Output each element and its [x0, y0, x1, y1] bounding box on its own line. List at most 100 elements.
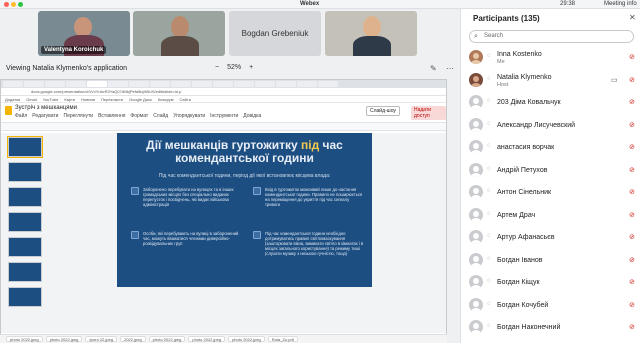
present-button[interactable]: Слайд-шоу — [366, 106, 400, 116]
browser-tab[interactable] — [150, 81, 170, 87]
bookmark[interactable]: Додатки — [5, 97, 20, 102]
browser-tab[interactable] — [87, 81, 107, 87]
download-item[interactable]: photo 2022.jpeg — [228, 336, 265, 342]
participant-row[interactable]: ◌ Андрій Петухов ⊘ — [461, 160, 640, 181]
participant-row[interactable]: ◌ 203 Діма Ковальчук ⊘ — [461, 92, 640, 113]
zoom-out-button[interactable]: − — [215, 64, 219, 71]
bookmark[interactable]: Перекласти — [101, 97, 123, 102]
muted-mic-icon[interactable]: ⊘ — [629, 256, 635, 264]
video-tile-3[interactable]: Bogdan Grebeniuk — [229, 11, 321, 56]
bookmark[interactable]: Сайти — [180, 97, 191, 102]
share-access-button[interactable]: Надати доступ — [411, 106, 446, 120]
participant-row[interactable]: ◌ Богдан Наконечний ⊘ — [461, 317, 640, 338]
participant-body — [161, 36, 199, 56]
participant-row[interactable]: ◌ Антон Сінельник ⊘ — [461, 182, 640, 203]
slide-thumbnail[interactable] — [7, 136, 43, 158]
bookmark[interactable]: Карти — [64, 97, 75, 102]
zoom-window-icon[interactable] — [18, 2, 23, 7]
muted-mic-icon[interactable]: ⊘ — [629, 233, 635, 241]
muted-mic-icon[interactable]: ⊘ — [629, 121, 635, 129]
browser-tab[interactable] — [129, 81, 149, 87]
muted-mic-icon[interactable]: ⊘ — [629, 53, 635, 61]
video-tile-1[interactable]: Valentyna Koroichuk — [38, 11, 130, 56]
slide-thumbnail[interactable] — [8, 237, 42, 257]
meeting-info-button[interactable]: Meeting info — [604, 1, 637, 7]
participant-row[interactable]: ◌ Артур Афанасьєв ⊘ — [461, 227, 640, 248]
download-item[interactable]: photo 2022.jpeg — [148, 336, 186, 342]
zoom-in-button[interactable]: + — [249, 64, 253, 71]
menu-item[interactable]: Редагувати — [32, 113, 58, 119]
browser-tab[interactable] — [297, 81, 317, 87]
browser-tab[interactable] — [213, 81, 233, 87]
video-tile-4[interactable] — [325, 11, 417, 56]
browser-tab[interactable] — [3, 81, 23, 87]
muted-mic-icon[interactable]: ⊘ — [629, 301, 635, 309]
slide-thumbnail[interactable] — [8, 212, 42, 232]
browser-tab[interactable] — [108, 81, 128, 87]
participant-search-input[interactable]: ⌕ Search — [469, 30, 634, 43]
download-item[interactable]: 2022.jpeg — [120, 336, 146, 342]
muted-mic-icon[interactable]: ⊘ — [629, 188, 635, 196]
download-item[interactable]: photo 2022.jpeg — [188, 336, 226, 342]
download-item[interactable]: photo 2022.jpeg — [6, 336, 43, 342]
close-window-icon[interactable] — [4, 2, 9, 7]
bookmark[interactable]: Класрум — [158, 97, 174, 102]
participant-row[interactable]: ◌ Богдан Кочубей ⊘ — [461, 295, 640, 316]
browser-tab[interactable] — [234, 81, 254, 87]
muted-mic-icon[interactable]: ⊘ — [629, 166, 635, 174]
download-item[interactable]: photo 2022.jpeg — [45, 336, 83, 342]
slides-toolbar[interactable] — [1, 123, 446, 131]
participant-row[interactable]: ◌ анастасия ворчак ⊘ — [461, 137, 640, 158]
video-tile-2[interactable] — [133, 11, 225, 56]
browser-tab[interactable] — [192, 81, 212, 87]
menu-item[interactable]: Файл — [15, 113, 27, 119]
muted-mic-icon[interactable]: ⊘ — [629, 278, 635, 286]
browser-tab[interactable] — [66, 81, 86, 87]
slide-thumbnail[interactable] — [8, 262, 42, 282]
bookmark[interactable]: Новини — [81, 97, 95, 102]
menu-item[interactable]: Інструменти — [210, 113, 238, 119]
slide-thumbnail[interactable] — [8, 187, 42, 207]
muted-mic-icon[interactable]: ⊘ — [629, 323, 635, 331]
bookmark[interactable]: Google Диск — [129, 97, 152, 102]
participant-row[interactable]: ◌ Богдан Іванов ⊘ — [461, 250, 640, 271]
browser-tab[interactable] — [318, 81, 338, 87]
menu-item[interactable]: Слайд — [153, 113, 168, 119]
browser-tab[interactable] — [276, 81, 296, 87]
participant-row[interactable]: ◌ Богдан Кіщук ⊘ — [461, 272, 640, 293]
document-title[interactable]: Зустріч з мешканцями — [15, 105, 77, 111]
menu-item[interactable]: Переглянути — [63, 113, 93, 119]
browser-tab[interactable] — [255, 81, 275, 87]
slide-thumbnail[interactable] — [8, 287, 42, 307]
slide-canvas[interactable]: Дії мешканців гуртожитку під час коменда… — [45, 133, 446, 333]
address-bar[interactable]: docs.google.com/presentation/d/1VxYrAeR3… — [1, 88, 446, 96]
options-icon[interactable]: ⋯ — [446, 64, 454, 73]
download-item[interactable]: Ruta_Zu.pdf — [267, 336, 298, 342]
participant-row[interactable]: ◌ Артем Драч ⊘ — [461, 205, 640, 226]
muted-mic-icon[interactable]: ⊘ — [629, 98, 635, 106]
bookmark[interactable]: YouTube — [43, 97, 59, 102]
download-item[interactable]: фото 22.jpeg — [85, 336, 118, 342]
slide-thumbnail[interactable] — [8, 162, 42, 182]
menu-item[interactable]: Довідка — [243, 113, 261, 119]
menu-item[interactable]: Вставлення — [98, 113, 125, 119]
muted-mic-icon[interactable]: ⊘ — [629, 76, 635, 84]
shared-screen[interactable]: docs.google.com/presentation/d/1VxYrAeR3… — [0, 79, 447, 343]
search-icon: ⌕ — [474, 33, 478, 40]
browser-tab[interactable] — [45, 81, 65, 87]
annotate-icon[interactable]: ✎ — [430, 64, 437, 73]
browser-tab[interactable] — [24, 81, 44, 87]
audio-status-icon: ◌ — [487, 98, 491, 104]
menu-item[interactable]: Формат — [130, 113, 148, 119]
menu-item[interactable]: Упорядкувати — [173, 113, 205, 119]
participant-row[interactable]: ◌ Inna Kostenko Me ⊘ — [461, 47, 640, 68]
minimize-window-icon[interactable] — [11, 2, 16, 7]
muted-mic-icon[interactable]: ⊘ — [629, 211, 635, 219]
muted-mic-icon[interactable]: ⊘ — [629, 143, 635, 151]
participant-row[interactable]: ◌ Natalia Klymenko Host ▭ ⊘ — [461, 70, 640, 91]
close-icon[interactable]: ✕ — [629, 13, 636, 22]
participant-video — [171, 16, 189, 38]
browser-tab[interactable] — [171, 81, 191, 87]
participant-row[interactable]: ◌ Александр Лисучевский ⊘ — [461, 115, 640, 136]
bookmark[interactable]: Gmail — [26, 97, 36, 102]
